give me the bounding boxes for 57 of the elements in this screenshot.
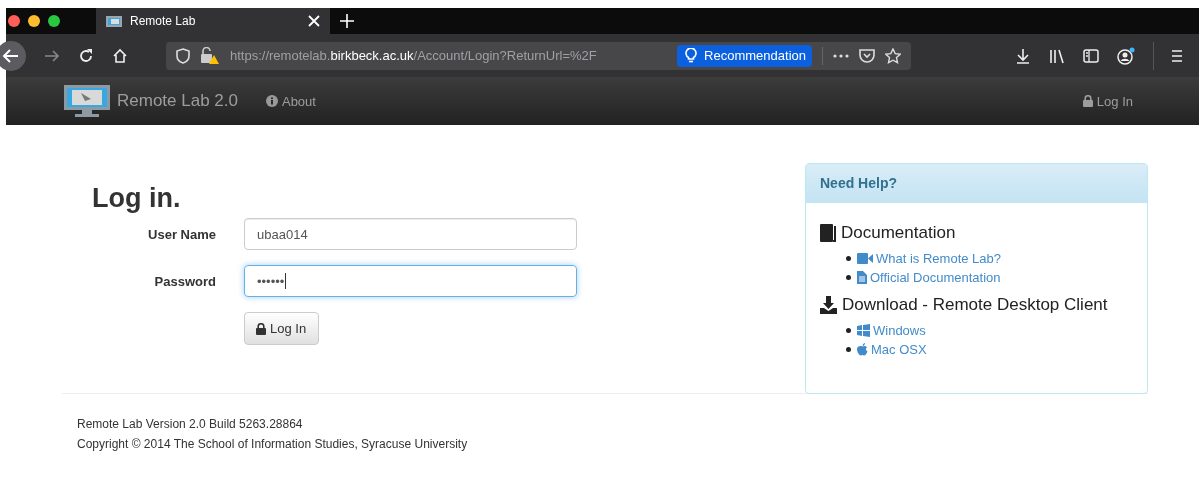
section-heading: Documentation [841,223,956,243]
video-camera-icon [857,253,873,264]
more-icon[interactable] [833,53,849,58]
info-icon [265,95,278,107]
bullet-icon [846,328,851,333]
section-heading: Download - Remote Desktop Client [842,295,1108,315]
pocket-icon[interactable] [859,47,875,64]
log-in-button[interactable]: Log In [244,312,320,345]
zoom-window-icon[interactable] [48,15,60,27]
minimize-window-icon[interactable] [28,15,40,27]
address-bar[interactable]: https://remotelab.birkbeck.ac.uk/Account/Login?ReturnUrl=%2F Recommendation [166,41,911,70]
lock-icon [256,322,266,335]
download-icon[interactable] [1015,47,1031,64]
favicon-icon [106,15,122,27]
help-link[interactable]: Windows [857,323,926,338]
lock-icon [1082,95,1093,107]
recommendation-button[interactable]: Recommendation [677,44,812,67]
sidebar-icon[interactable] [1083,47,1099,64]
lock-warning-icon[interactable] [200,46,220,65]
help-link[interactable]: What is Remote Lab? [857,251,1001,266]
close-window-icon[interactable] [8,15,20,27]
shield-icon[interactable] [176,47,190,64]
windows-icon [857,324,870,337]
bullet-icon [846,275,851,280]
back-icon[interactable] [0,40,26,71]
url-text[interactable]: https://remotelab.birkbeck.ac.uk/Account/Login?ReturnUrl=%2F [230,48,668,63]
footer-text: Copyright © 2014 The School of Information Studies, Syracuse University [77,436,469,453]
help-link[interactable]: Mac OSX [857,342,927,357]
apple-icon [857,343,868,356]
home-icon[interactable] [112,47,128,64]
reload-icon[interactable] [78,47,94,64]
help-link[interactable]: Official Documentation [857,270,1001,285]
library-icon[interactable] [1049,47,1065,64]
bullet-icon [846,256,851,261]
site-title[interactable]: Remote Lab 2.0 [117,91,238,111]
document-icon [857,271,867,284]
nav-link[interactable]: About [265,93,316,109]
panel-title: Need Help? [820,175,897,191]
input-field[interactable]: ubaa014 [244,218,577,250]
nav-link[interactable]: Log In [1082,93,1133,109]
field-label: Password [153,273,217,289]
forward-icon[interactable] [44,47,60,64]
close-tab-icon[interactable] [308,15,320,27]
bullet-icon [846,347,851,352]
page-heading: Log in. [92,183,182,214]
input-field[interactable]: •••••• [244,265,577,297]
account-icon[interactable] [1117,46,1135,65]
browser-tab[interactable]: Remote Lab [96,8,330,34]
footer-text: Remote Lab Version 2.0 Build 5263.28864 [77,416,304,433]
lightbulb-icon [685,48,698,63]
new-tab-icon[interactable] [340,14,354,28]
bookmark-star-icon[interactable] [885,47,901,64]
menu-icon[interactable] [1172,48,1182,63]
monitor-logo-icon[interactable] [64,85,110,117]
book-icon [820,224,836,242]
download-icon [820,296,837,314]
field-label: User Name [147,226,217,242]
